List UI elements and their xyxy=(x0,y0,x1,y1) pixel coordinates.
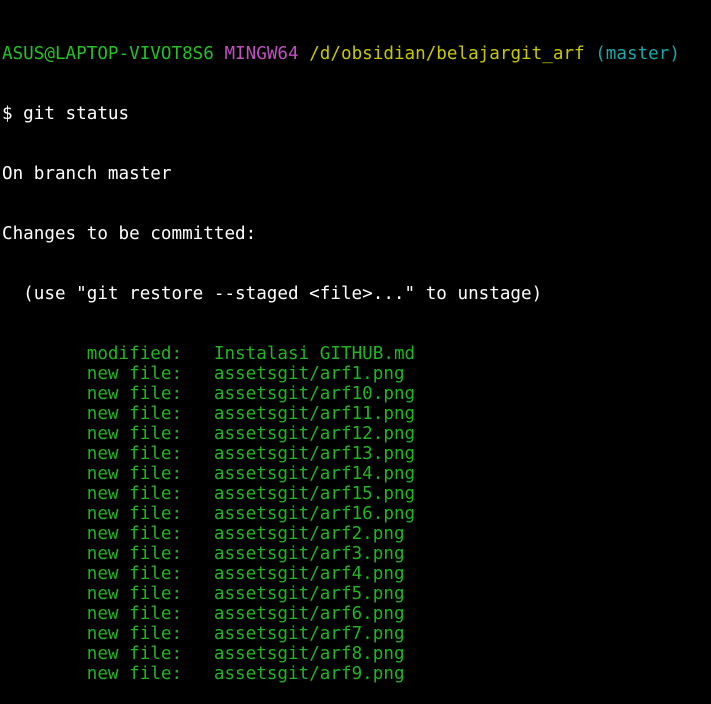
row-indent xyxy=(2,584,87,604)
file-path: assetsgit/arf9.png xyxy=(213,664,405,684)
row-indent xyxy=(2,644,87,664)
file-path: assetsgit/arf5.png xyxy=(213,584,405,604)
file-status: new file: xyxy=(86,364,183,384)
staged-file-row: new file: assetsgit/arf12.png xyxy=(2,424,711,444)
staged-file-row: new file: assetsgit/arf11.png xyxy=(2,404,711,424)
file-path: Instalasi GITHUB.md xyxy=(213,344,416,364)
staged-file-row: new file: assetsgit/arf14.png xyxy=(2,464,711,484)
staged-file-row: new file: assetsgit/arf1.png xyxy=(2,364,711,384)
file-status: new file: xyxy=(86,584,183,604)
staged-file-row: new file: assetsgit/arf8.png xyxy=(2,644,711,664)
file-path: assetsgit/arf4.png xyxy=(213,564,405,584)
staged-file-row: modified: Instalasi GITHUB.md xyxy=(2,344,711,364)
staged-file-row: new file: assetsgit/arf16.png xyxy=(2,504,711,524)
row-gap xyxy=(182,404,214,424)
staged-file-row: new file: assetsgit/arf3.png xyxy=(2,544,711,564)
row-gap xyxy=(182,364,214,384)
row-indent xyxy=(2,344,87,364)
file-status: new file: xyxy=(86,564,183,584)
branch-status-line: On branch master xyxy=(2,164,172,184)
prompt-line: ASUS@LAPTOP-VIVOT8S6 MINGW64 /d/obsidian… xyxy=(2,44,711,64)
row-indent xyxy=(2,624,87,644)
staged-file-row: new file: assetsgit/arf9.png xyxy=(2,664,711,684)
file-path: assetsgit/arf2.png xyxy=(213,524,405,544)
row-gap xyxy=(182,564,214,584)
row-gap xyxy=(182,504,214,524)
staged-file-row: new file: assetsgit/arf10.png xyxy=(2,384,711,404)
file-status: new file: xyxy=(86,544,183,564)
file-path: assetsgit/arf6.png xyxy=(213,604,405,624)
file-path: assetsgit/arf13.png xyxy=(213,444,416,464)
staged-file-row: new file: assetsgit/arf2.png xyxy=(2,524,711,544)
staged-file-list: modified: Instalasi GITHUB.md new file: … xyxy=(2,344,711,684)
prompt-user-host: ASUS@LAPTOP-VIVOT8S6 xyxy=(2,44,214,64)
file-status: new file: xyxy=(86,504,183,524)
row-indent xyxy=(2,564,87,584)
row-gap xyxy=(182,344,214,364)
file-status: modified: xyxy=(86,344,183,364)
row-gap xyxy=(182,444,214,464)
row-indent xyxy=(2,524,87,544)
row-gap xyxy=(182,624,214,644)
file-path: assetsgit/arf10.png xyxy=(213,384,416,404)
row-indent xyxy=(2,444,87,464)
row-indent xyxy=(2,364,87,384)
row-gap xyxy=(182,424,214,444)
staged-file-row: new file: assetsgit/arf6.png xyxy=(2,604,711,624)
file-status: new file: xyxy=(86,664,183,684)
staged-file-row: new file: assetsgit/arf13.png xyxy=(2,444,711,464)
file-status: new file: xyxy=(86,484,183,504)
row-indent xyxy=(2,384,87,404)
file-status: new file: xyxy=(86,524,183,544)
prompt-path: /d/obsidian/belajargit_arf xyxy=(309,44,585,64)
file-status: new file: xyxy=(86,444,183,464)
row-gap xyxy=(182,484,214,504)
file-path: assetsgit/arf16.png xyxy=(213,504,416,524)
changes-header: Changes to be committed: xyxy=(2,224,257,244)
row-indent xyxy=(2,484,87,504)
prompt-branch: (master) xyxy=(595,44,680,64)
file-status: new file: xyxy=(86,464,183,484)
file-path: assetsgit/arf15.png xyxy=(213,484,416,504)
row-indent xyxy=(2,664,87,684)
row-gap xyxy=(182,384,214,404)
row-indent xyxy=(2,504,87,524)
row-indent xyxy=(2,404,87,424)
file-status: new file: xyxy=(86,404,183,424)
file-path: assetsgit/arf12.png xyxy=(213,424,416,444)
staged-file-row: new file: assetsgit/arf4.png xyxy=(2,564,711,584)
file-status: new file: xyxy=(86,624,183,644)
row-indent xyxy=(2,604,87,624)
file-status: new file: xyxy=(86,644,183,664)
row-gap xyxy=(182,664,214,684)
file-path: assetsgit/arf14.png xyxy=(213,464,416,484)
prompt-shell: MINGW64 xyxy=(224,44,299,64)
row-gap xyxy=(182,544,214,564)
file-path: assetsgit/arf1.png xyxy=(213,364,405,384)
file-status: new file: xyxy=(86,384,183,404)
row-gap xyxy=(182,584,214,604)
row-indent xyxy=(2,424,87,444)
row-indent xyxy=(2,544,87,564)
file-path: assetsgit/arf11.png xyxy=(213,404,416,424)
row-gap xyxy=(182,644,214,664)
command-line: $ git status xyxy=(2,104,130,124)
row-gap xyxy=(182,524,214,544)
row-gap xyxy=(182,604,214,624)
file-status: new file: xyxy=(86,604,183,624)
unstage-hint: (use "git restore --staged <file>..." to… xyxy=(2,284,543,304)
staged-file-row: new file: assetsgit/arf5.png xyxy=(2,584,711,604)
file-path: assetsgit/arf7.png xyxy=(213,624,405,644)
file-path: assetsgit/arf3.png xyxy=(213,544,405,564)
file-path: assetsgit/arf8.png xyxy=(213,644,405,664)
file-status: new file: xyxy=(86,424,183,444)
staged-file-row: new file: assetsgit/arf15.png xyxy=(2,484,711,504)
row-indent xyxy=(2,464,87,484)
staged-file-row: new file: assetsgit/arf7.png xyxy=(2,624,711,644)
row-gap xyxy=(182,464,214,484)
terminal-output[interactable]: ASUS@LAPTOP-VIVOT8S6 MINGW64 /d/obsidian… xyxy=(2,4,711,704)
